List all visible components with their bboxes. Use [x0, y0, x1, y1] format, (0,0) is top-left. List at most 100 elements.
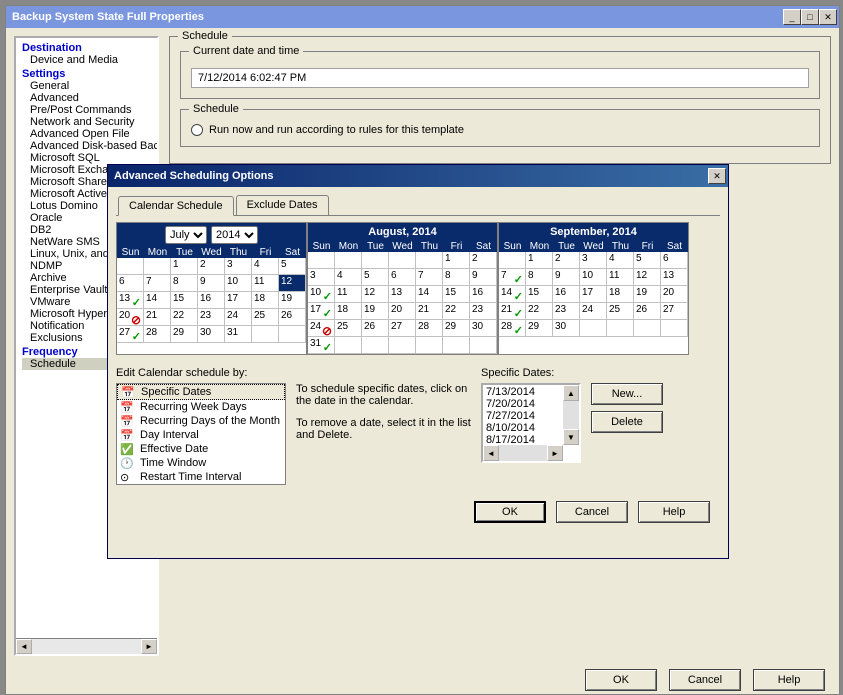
calendar-day[interactable]: 13: [661, 269, 688, 286]
main-help-button[interactable]: Help: [753, 669, 825, 691]
maximize-button[interactable]: □: [801, 9, 819, 25]
editby-time-window[interactable]: 🕐Time Window: [117, 456, 285, 470]
calendar-day[interactable]: 26: [279, 309, 306, 326]
calendar-day[interactable]: 8: [443, 269, 470, 286]
calendar-day[interactable]: 29: [443, 320, 470, 337]
main-ok-button[interactable]: OK: [585, 669, 657, 691]
calendar-day[interactable]: 26: [634, 303, 661, 320]
editby-restart-interval[interactable]: ⊙Restart Time Interval: [117, 470, 285, 484]
tree-item-prepost[interactable]: Pre/Post Commands: [22, 104, 151, 116]
calendar-day[interactable]: 10: [580, 269, 607, 286]
editby-list[interactable]: 📅Specific Dates 📅Recurring Week Days 📅Re…: [116, 383, 286, 485]
calendar-day[interactable]: 28: [144, 326, 171, 343]
dialog-cancel-button[interactable]: Cancel: [556, 501, 628, 523]
calendar-day[interactable]: 11: [335, 286, 362, 303]
new-button[interactable]: New...: [591, 383, 663, 405]
calendar-day[interactable]: 5: [634, 252, 661, 269]
calendar-day[interactable]: 22: [526, 303, 553, 320]
calendar-day[interactable]: 28: [416, 320, 443, 337]
calendar-day[interactable]: 23: [470, 303, 497, 320]
calendar-day[interactable]: 6: [389, 269, 416, 286]
calendar-day[interactable]: 17: [225, 292, 252, 309]
calendar-day[interactable]: 1: [443, 252, 470, 269]
calendar-day[interactable]: 5: [279, 258, 306, 275]
tree-item-advanced-disk[interactable]: Advanced Disk-based Backup: [22, 140, 151, 152]
calendar-day[interactable]: 19: [362, 303, 389, 320]
scroll-left-button-2[interactable]: ◄: [483, 445, 499, 461]
calendar-day[interactable]: 9: [470, 269, 497, 286]
calendar-day[interactable]: 17: [580, 286, 607, 303]
editby-recurring-weekdays[interactable]: 📅Recurring Week Days: [117, 400, 285, 414]
calendar-day[interactable]: 7✓: [499, 269, 526, 286]
calendar-day[interactable]: 4: [252, 258, 279, 275]
calendar-day[interactable]: 26: [362, 320, 389, 337]
month-select[interactable]: July: [165, 226, 207, 244]
calendar-day[interactable]: 14: [144, 292, 171, 309]
calendar-day[interactable]: 15: [526, 286, 553, 303]
calendar-day[interactable]: 22: [443, 303, 470, 320]
calendar-day[interactable]: 12: [279, 275, 306, 292]
calendar-day[interactable]: 29: [526, 320, 553, 337]
calendar-day[interactable]: 3: [580, 252, 607, 269]
tree-head-destination[interactable]: Destination: [22, 42, 151, 54]
calendar-day[interactable]: 2: [198, 258, 225, 275]
calendar-day[interactable]: 18: [607, 286, 634, 303]
scroll-left-button[interactable]: ◄: [16, 639, 32, 654]
calendar-day[interactable]: 2: [470, 252, 497, 269]
calendar-day[interactable]: 1: [171, 258, 198, 275]
editby-day-interval[interactable]: 📅Day Interval: [117, 428, 285, 442]
calendar-day[interactable]: 25: [607, 303, 634, 320]
calendar-day[interactable]: 27✓: [117, 326, 144, 343]
delete-button[interactable]: Delete: [591, 411, 663, 433]
tree-item-advanced[interactable]: Advanced: [22, 92, 151, 104]
scroll-track[interactable]: [32, 639, 141, 654]
main-cancel-button[interactable]: Cancel: [669, 669, 741, 691]
calendar-day[interactable]: 24: [580, 303, 607, 320]
calendar-day[interactable]: 15: [171, 292, 198, 309]
calendar-day[interactable]: 10✓: [308, 286, 335, 303]
scroll-up-button[interactable]: ▲: [563, 385, 579, 401]
radio-run-now[interactable]: [191, 124, 203, 136]
calendar-day[interactable]: 1: [526, 252, 553, 269]
calendar-day[interactable]: 13✓: [117, 292, 144, 309]
calendar-day[interactable]: 21: [416, 303, 443, 320]
calendar-day[interactable]: 27: [661, 303, 688, 320]
calendar-day[interactable]: 30: [470, 320, 497, 337]
tree-item-advanced-openfile[interactable]: Advanced Open File: [22, 128, 151, 140]
calendar-day[interactable]: 18: [335, 303, 362, 320]
tree-item-network-security[interactable]: Network and Security: [22, 116, 151, 128]
tree-item-mssql[interactable]: Microsoft SQL: [22, 152, 151, 164]
editby-recurring-month-days[interactable]: 📅Recurring Days of the Month: [117, 414, 285, 428]
calendar-day[interactable]: 23: [198, 309, 225, 326]
calendar-day[interactable]: 31✓: [308, 337, 335, 354]
tab-calendar-schedule[interactable]: Calendar Schedule: [118, 196, 234, 216]
calendar-day[interactable]: 3: [225, 258, 252, 275]
calendar-day[interactable]: 20: [661, 286, 688, 303]
calendar-day[interactable]: 6: [661, 252, 688, 269]
calendar-day[interactable]: 2: [553, 252, 580, 269]
calendar-day[interactable]: 4: [607, 252, 634, 269]
calendar-day[interactable]: 31: [225, 326, 252, 343]
calendar-day[interactable]: 13: [389, 286, 416, 303]
calendar-day[interactable]: 11: [252, 275, 279, 292]
year-select[interactable]: 2014: [211, 226, 258, 244]
calendar-day[interactable]: 21✓: [499, 303, 526, 320]
tab-exclude-dates[interactable]: Exclude Dates: [236, 195, 329, 215]
listbox-scroll-v[interactable]: ▲ ▼: [563, 385, 579, 445]
calendar-day[interactable]: 7: [144, 275, 171, 292]
calendar-day[interactable]: 16: [198, 292, 225, 309]
calendar-day[interactable]: 3: [308, 269, 335, 286]
calendar-day[interactable]: 6: [117, 275, 144, 292]
calendar-day[interactable]: 20: [389, 303, 416, 320]
tree-item-device-media[interactable]: Device and Media: [22, 54, 151, 66]
tree-scroll-h[interactable]: ◄ ►: [16, 638, 157, 654]
calendar-day[interactable]: 14✓: [499, 286, 526, 303]
calendar-day[interactable]: 18: [252, 292, 279, 309]
calendar-day[interactable]: 20⊘: [117, 309, 144, 326]
scroll-down-button[interactable]: ▼: [563, 429, 579, 445]
calendar-day[interactable]: 27: [389, 320, 416, 337]
calendar-day[interactable]: 17✓: [308, 303, 335, 320]
calendar-day[interactable]: 7: [416, 269, 443, 286]
calendar-day[interactable]: 30: [553, 320, 580, 337]
tree-item-general[interactable]: General: [22, 80, 151, 92]
